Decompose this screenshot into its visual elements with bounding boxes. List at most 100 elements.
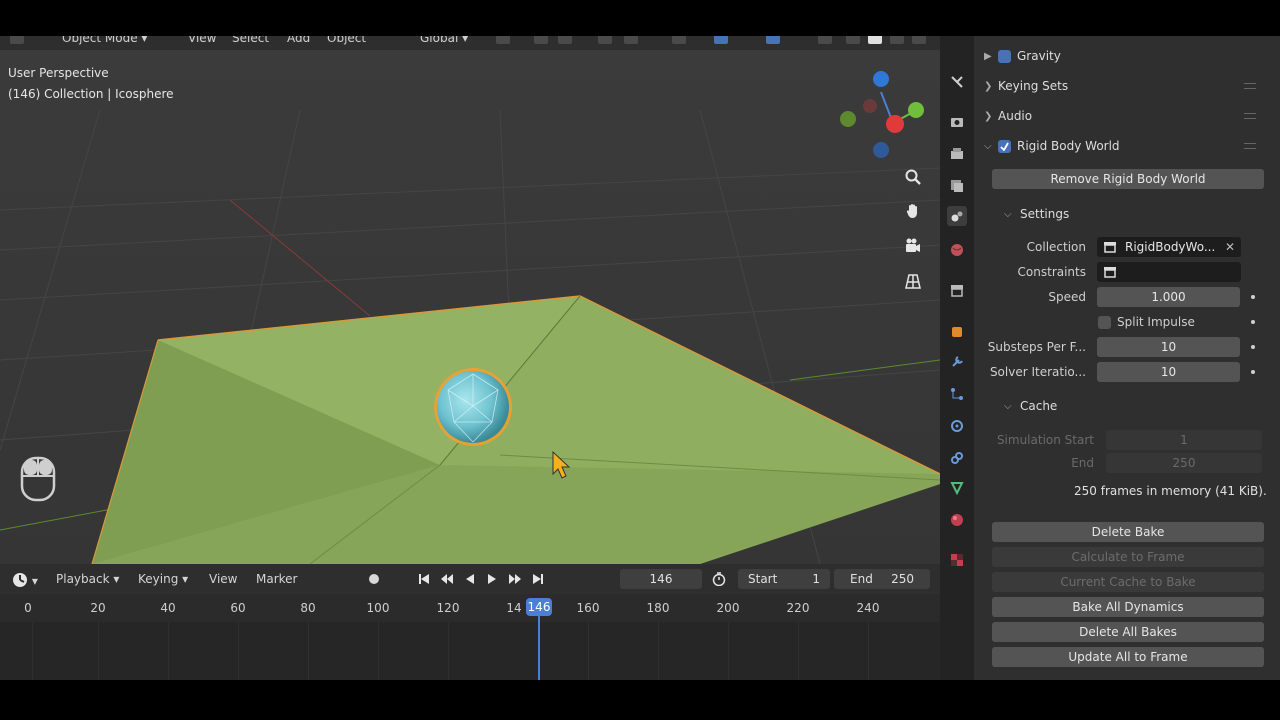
delete-all-bakes-button[interactable]: Delete All Bakes [992, 622, 1264, 642]
menu-object[interactable]: Object [327, 36, 366, 45]
playhead-line[interactable] [538, 616, 540, 680]
material-shading-icon[interactable] [890, 36, 904, 44]
world-tab-icon[interactable] [947, 240, 967, 260]
substeps-field[interactable]: 10 [1097, 337, 1240, 357]
camera-view-icon[interactable] [900, 233, 926, 259]
play-icon[interactable] [485, 572, 499, 586]
jump-end-icon[interactable] [531, 572, 545, 586]
tool-tab-icon[interactable] [947, 72, 967, 92]
playhead-frame-indicator[interactable]: 146 [526, 598, 552, 616]
snap-target-icon[interactable] [558, 36, 572, 44]
stopwatch-icon[interactable] [712, 572, 726, 586]
snap-icon[interactable] [534, 36, 548, 44]
material-tab-icon[interactable] [947, 510, 967, 530]
clear-icon[interactable]: ✕ [1225, 240, 1235, 254]
gravity-label: Gravity [1017, 49, 1061, 63]
menu-view[interactable]: View [188, 36, 216, 45]
pivot-icon[interactable] [496, 36, 510, 44]
gravity-checkbox[interactable] [998, 49, 1011, 63]
falloff-icon[interactable] [624, 36, 638, 44]
mode-dropdown[interactable]: Object Mode ▾ [62, 36, 147, 45]
settings-subpanel-header[interactable]: ⌵ Settings [1004, 203, 1069, 225]
drag-grip-icon[interactable] [1244, 83, 1256, 89]
render-tab-icon[interactable] [947, 112, 967, 132]
jump-start-icon[interactable] [417, 572, 431, 586]
data-tab-icon[interactable] [947, 478, 967, 498]
keyframe-dot-icon[interactable] [1251, 320, 1255, 324]
xray-icon[interactable] [818, 36, 832, 44]
modifier-tab-icon[interactable] [947, 352, 967, 372]
collection-tab-icon[interactable] [947, 280, 967, 300]
constraints-label: Constraints [1017, 265, 1086, 279]
prev-keyframe-icon[interactable] [440, 572, 454, 586]
keyframe-dot-icon[interactable] [1251, 295, 1255, 299]
output-tab-icon[interactable] [947, 144, 967, 164]
gravity-panel-header[interactable]: ▶ Gravity [984, 44, 1264, 68]
timeline-gridline [588, 622, 589, 680]
simulation-start-label: Simulation Start [996, 433, 1094, 447]
rendered-shading-icon[interactable] [912, 36, 926, 44]
keying-sets-panel-header[interactable]: ❯ Keying Sets [984, 74, 1264, 98]
drag-grip-icon[interactable] [1244, 143, 1256, 149]
3d-viewport[interactable]: User Perspective (146) Collection | Icos… [0, 50, 940, 564]
rigid-body-world-panel-header[interactable]: ⌵ Rigid Body World [984, 134, 1264, 158]
constraints-field[interactable] [1097, 262, 1241, 282]
orientation-dropdown[interactable]: Global ▾ [420, 36, 468, 45]
split-impulse-toggle[interactable]: Split Impulse [1098, 315, 1195, 329]
cache-subpanel-header[interactable]: ⌵ Cache [1004, 395, 1057, 417]
end-label: End [850, 572, 873, 586]
zoom-icon[interactable] [900, 164, 926, 190]
pan-hand-icon[interactable] [900, 198, 926, 224]
menu-add[interactable]: Add [287, 36, 310, 45]
play-reverse-icon[interactable] [463, 572, 477, 586]
view-menu[interactable]: View [209, 572, 237, 586]
current-frame-field[interactable]: 146 [620, 569, 702, 589]
view-layer-tab-icon[interactable] [947, 176, 967, 196]
playback-menu[interactable]: Playback ▾ [56, 572, 119, 586]
timeline-gridline [378, 622, 379, 680]
split-impulse-checkbox[interactable] [1098, 315, 1111, 329]
delete-bake-button[interactable]: Delete Bake [992, 522, 1264, 542]
start-label: Start [748, 572, 778, 586]
bake-all-dynamics-button[interactable]: Bake All Dynamics [992, 597, 1264, 617]
remove-rigid-body-world-button[interactable]: Remove Rigid Body World [992, 169, 1264, 189]
texture-tab-icon[interactable] [947, 550, 967, 570]
end-frame-field[interactable]: End 250 [834, 569, 930, 589]
overlay-icon[interactable] [766, 36, 780, 44]
drag-grip-icon[interactable] [1244, 113, 1256, 119]
next-keyframe-icon[interactable] [508, 572, 522, 586]
cache-memory-info: 250 frames in memory (41 KiB). [1074, 484, 1267, 498]
proportional-icon[interactable] [598, 36, 612, 44]
particles-tab-icon[interactable] [947, 384, 967, 404]
object-tab-icon[interactable] [947, 322, 967, 342]
menu-select[interactable]: Select [232, 36, 269, 45]
editor-type-icon[interactable] [10, 36, 24, 44]
keyframe-dot-icon[interactable] [1251, 370, 1255, 374]
collection-field[interactable]: RigidBodyWo... ✕ [1097, 237, 1241, 257]
wireframe-shading-icon[interactable] [846, 36, 860, 44]
update-all-to-frame-button[interactable]: Update All to Frame [992, 647, 1264, 667]
keyframe-dot-icon[interactable] [1251, 345, 1255, 349]
tick-label: 60 [230, 601, 246, 615]
rigid-body-world-checkbox[interactable] [998, 139, 1011, 153]
audio-panel-header[interactable]: ❯ Audio [984, 104, 1264, 128]
solver-iterations-field[interactable]: 10 [1097, 362, 1240, 382]
timeline-area[interactable]: 0 20 40 60 80 100 120 14 160 180 200 220… [0, 594, 940, 680]
tick-label: 200 [716, 601, 740, 615]
record-icon[interactable] [367, 572, 381, 586]
gizmo-icon[interactable] [714, 36, 728, 44]
scene-tab-icon[interactable] [947, 206, 967, 226]
frame-ruler[interactable]: 0 20 40 60 80 100 120 14 160 180 200 220… [0, 594, 940, 622]
icosphere[interactable] [434, 368, 512, 446]
viewport-header: Object Mode ▾ View Select Add Object Glo… [0, 36, 940, 50]
constraints-tab-icon[interactable] [947, 448, 967, 468]
grid-ortho-icon[interactable] [900, 268, 926, 294]
timeline-editor-icon[interactable]: ▾ [12, 572, 38, 588]
physics-tab-icon[interactable] [947, 416, 967, 436]
start-frame-field[interactable]: Start 1 [738, 569, 830, 589]
visibility-icon[interactable] [672, 36, 686, 44]
solid-shading-icon[interactable] [868, 36, 882, 44]
marker-menu[interactable]: Marker [256, 572, 297, 586]
speed-field[interactable]: 1.000 [1097, 287, 1240, 307]
keying-menu[interactable]: Keying ▾ [138, 572, 188, 586]
